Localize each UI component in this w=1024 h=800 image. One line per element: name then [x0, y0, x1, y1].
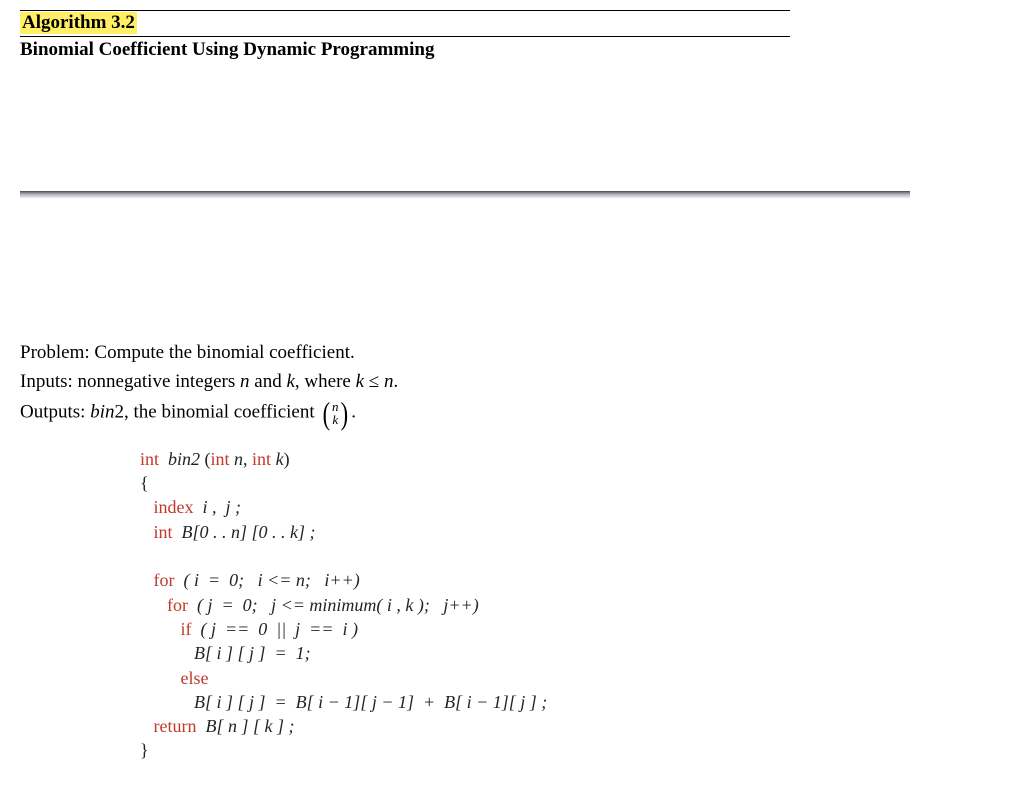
outputs-line: Outputs: bin2, the binomial coefficient …: [20, 397, 790, 429]
binom-bot: k: [332, 413, 339, 426]
divider-shadow: [20, 191, 910, 198]
inputs-post: , where: [295, 371, 356, 392]
rule-mid: [20, 36, 790, 37]
code-fn: bin2: [159, 449, 205, 469]
var-k: k: [286, 371, 294, 392]
code-sp2: k: [271, 449, 284, 469]
kw-if: if: [181, 619, 192, 639]
problem-line: Problem: Compute the binomial coefficien…: [20, 338, 790, 367]
inputs-label: Inputs:: [20, 371, 78, 392]
cond-k: k: [356, 371, 364, 392]
kw-int-4: int: [154, 522, 173, 542]
code-l4r: B[0 . . n] [0 . . k] ;: [173, 522, 316, 542]
outputs-label: Outputs:: [20, 401, 90, 422]
problem-text: Compute the binomial coefficient.: [94, 342, 354, 363]
kw-index: index: [154, 497, 194, 517]
code-comma: ,: [243, 449, 252, 469]
kw-for-2: for: [167, 595, 188, 615]
code-p2: ): [284, 449, 290, 469]
outputs-mid: , the binomial coefficient: [124, 401, 319, 422]
code-l7r: ( j = 0; j <= minimum( i , k ); j++): [188, 595, 479, 615]
kw-else: else: [181, 668, 209, 688]
code-block: int bin2 (int n, int k) { index i , j ; …: [140, 447, 1004, 763]
code-l6r: ( i = 0; i <= n; i++): [175, 570, 360, 590]
outputs-func: bin: [90, 401, 114, 422]
var-n: n: [240, 371, 250, 392]
code-l3r: i , j ;: [194, 497, 242, 517]
paren-left: (: [323, 397, 330, 429]
kw-int-2: int: [211, 449, 230, 469]
rule-top: [20, 10, 790, 11]
code-l9: B[ i ] [ j ] = 1;: [194, 643, 311, 663]
inputs-mid: and: [250, 371, 287, 392]
binom-symbol: (nk): [321, 397, 349, 429]
problem-label: Problem:: [20, 342, 94, 363]
page: Algorithm 3.2 Binomial Coefficient Using…: [0, 0, 1024, 763]
outputs-end: .: [351, 401, 356, 422]
code-sp1: n: [230, 449, 244, 469]
code-l11: B[ i ] [ j ] = B[ i − 1][ j − 1] + B[ i …: [194, 692, 547, 712]
code-brace-close: }: [140, 740, 149, 760]
cond-rel: ≤: [364, 371, 384, 392]
code-l8r: ( j == 0 || j == i ): [192, 619, 358, 639]
algorithm-label: Algorithm 3.2: [20, 12, 137, 34]
kw-int: int: [140, 449, 159, 469]
kw-for-1: for: [154, 570, 175, 590]
description: Problem: Compute the binomial coefficien…: [20, 338, 790, 429]
binom-top: n: [332, 400, 339, 413]
algorithm-title: Binomial Coefficient Using Dynamic Progr…: [20, 39, 1004, 61]
paren-right: ): [340, 397, 347, 429]
inputs-pre: nonnegative integers: [78, 371, 241, 392]
code-l12r: B[ n ] [ k ] ;: [196, 716, 294, 736]
code-brace-open: {: [140, 473, 149, 493]
inputs-end: .: [393, 371, 398, 392]
outputs-funcnum: 2: [114, 401, 124, 422]
kw-int-3: int: [252, 449, 271, 469]
kw-return: return: [154, 716, 197, 736]
inputs-line: Inputs: nonnegative integers n and k, wh…: [20, 367, 790, 396]
